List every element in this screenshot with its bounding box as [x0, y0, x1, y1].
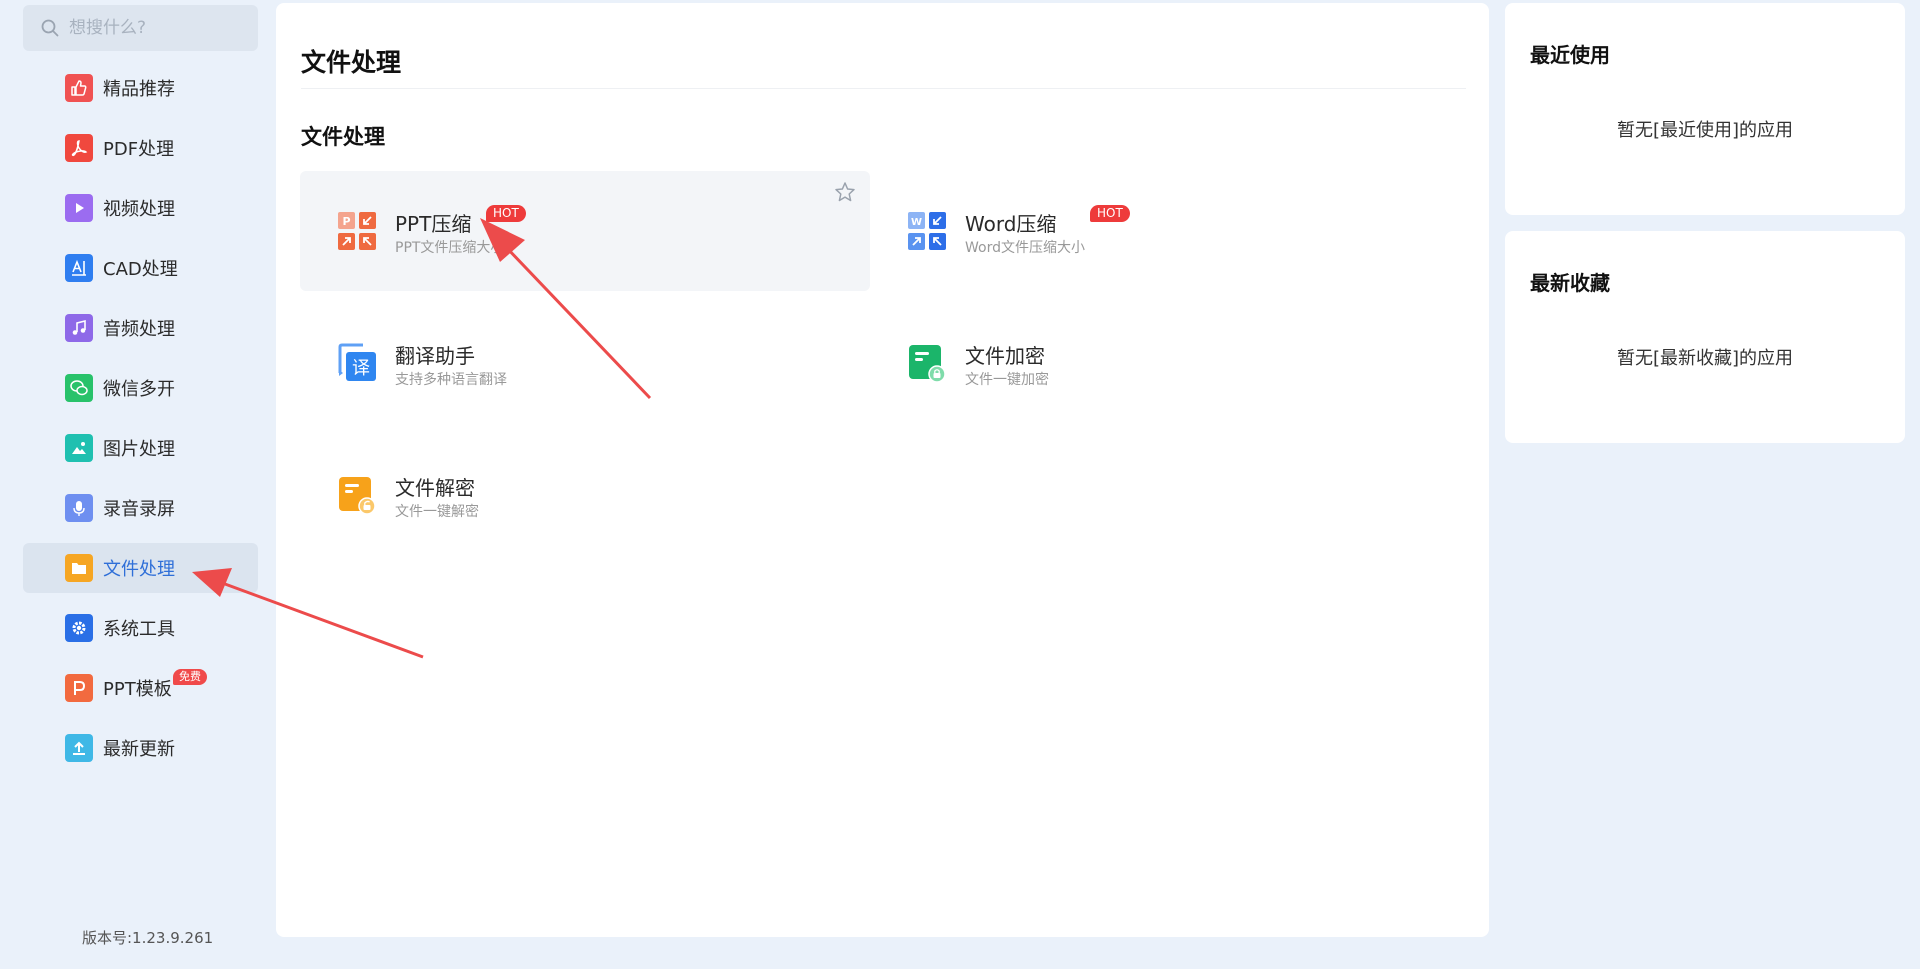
translate-icon: 译: [338, 343, 376, 381]
favorites-panel: 最新收藏 暂无[最新收藏]的应用: [1505, 231, 1905, 443]
tool-name: 文件解密: [395, 476, 475, 500]
thumbs-up-icon: [65, 74, 93, 102]
pdf-icon: [65, 134, 93, 162]
tool-desc: 文件一键解密: [395, 504, 479, 520]
tool-card-ppt-compress[interactable]: P PPT压缩 HOT PPT文件压缩大小: [300, 171, 870, 291]
sidebar-item-audio[interactable]: 音频处理: [23, 303, 258, 353]
favorites-title: 最新收藏: [1530, 271, 1610, 295]
tool-desc: 文件一键加密: [965, 372, 1049, 388]
tool-desc: Word文件压缩大小: [965, 240, 1085, 256]
sidebar-item-label: 录音录屏: [103, 499, 175, 520]
recent-title: 最近使用: [1530, 43, 1610, 67]
sidebar-item-updates[interactable]: 最新更新: [23, 723, 258, 773]
sidebar-item-label: 最新更新: [103, 739, 175, 760]
search-box[interactable]: [23, 5, 258, 51]
recent-empty-text: 暂无[最近使用]的应用: [1616, 120, 1794, 141]
svg-text:P: P: [342, 215, 350, 228]
free-badge: 免费: [173, 669, 207, 685]
file-decrypt-icon: [339, 477, 376, 515]
tool-name: 文件加密: [965, 344, 1045, 368]
tool-desc: 支持多种语言翻译: [395, 372, 507, 388]
file-encrypt-icon: [909, 345, 946, 383]
tool-card-file-encrypt[interactable]: 文件加密 文件一键加密: [870, 303, 1440, 423]
sidebar-item-ppt-template[interactable]: PPT模板 免费: [23, 663, 258, 713]
search-input[interactable]: [69, 18, 249, 38]
ppt-compress-icon: P: [338, 212, 376, 250]
wechat-icon: [65, 374, 93, 402]
sidebar-item-label: 图片处理: [103, 439, 175, 460]
tool-card-translate[interactable]: 译 翻译助手 支持多种语言翻译: [300, 303, 870, 423]
sidebar-item-recorder[interactable]: 录音录屏: [23, 483, 258, 533]
sidebar-item-label: 视频处理: [103, 199, 175, 220]
image-icon: [65, 434, 93, 462]
microphone-icon: [65, 494, 93, 522]
favorites-empty-text: 暂无[最新收藏]的应用: [1616, 348, 1794, 369]
cad-icon: [65, 254, 93, 282]
sidebar-item-system[interactable]: 系统工具: [23, 603, 258, 653]
tool-name: PPT压缩: [395, 212, 472, 236]
folder-icon: [65, 554, 93, 582]
page-title: 文件处理: [301, 48, 402, 77]
sidebar-item-cad[interactable]: CAD处理: [23, 243, 258, 293]
sidebar-item-wechat[interactable]: 微信多开: [23, 363, 258, 413]
main-panel: 文件处理 文件处理 P PPT压缩 HOT PPT文件压缩大小 W Word压缩…: [276, 3, 1489, 937]
sidebar-item-label: PPT模板: [103, 679, 172, 700]
hot-badge: HOT: [1090, 205, 1130, 222]
section-title: 文件处理: [301, 125, 385, 149]
sidebar: 精品推荐 PDF处理 视频处理 CAD处理 音频处理 微信多开: [0, 0, 270, 969]
sidebar-item-featured[interactable]: 精品推荐: [23, 63, 258, 113]
divider: [301, 88, 1466, 89]
word-compress-icon: W: [908, 212, 946, 250]
sidebar-item-file[interactable]: 文件处理: [23, 543, 258, 593]
tool-card-file-decrypt[interactable]: 文件解密 文件一键解密: [300, 435, 870, 555]
svg-text:W: W: [911, 217, 922, 228]
sidebar-item-label: 音频处理: [103, 319, 175, 340]
gear-icon: [65, 614, 93, 642]
ppt-template-icon: [65, 674, 93, 702]
sidebar-item-image[interactable]: 图片处理: [23, 423, 258, 473]
tool-desc: PPT文件压缩大小: [395, 240, 505, 256]
sidebar-item-video[interactable]: 视频处理: [23, 183, 258, 233]
sidebar-item-label: CAD处理: [103, 259, 178, 280]
music-note-icon: [65, 314, 93, 342]
sidebar-item-label: 系统工具: [103, 619, 175, 640]
star-icon[interactable]: [834, 181, 856, 203]
tool-name: 翻译助手: [395, 344, 475, 368]
svg-text:译: 译: [352, 358, 370, 379]
tool-card-word-compress[interactable]: W Word压缩 HOT Word文件压缩大小: [870, 171, 1440, 291]
recent-panel: 最近使用 暂无[最近使用]的应用: [1505, 3, 1905, 215]
sidebar-item-label: 精品推荐: [103, 79, 175, 100]
hot-badge: HOT: [486, 205, 526, 222]
search-icon: [41, 19, 59, 37]
sidebar-item-label: 微信多开: [103, 379, 175, 400]
play-icon: [65, 194, 93, 222]
tool-name: Word压缩: [965, 212, 1057, 236]
version-label: 版本号:1.23.9.261: [82, 929, 214, 947]
sidebar-item-label: PDF处理: [103, 139, 175, 160]
sidebar-item-label: 文件处理: [103, 559, 175, 580]
sidebar-item-pdf[interactable]: PDF处理: [23, 123, 258, 173]
upload-icon: [65, 734, 93, 762]
